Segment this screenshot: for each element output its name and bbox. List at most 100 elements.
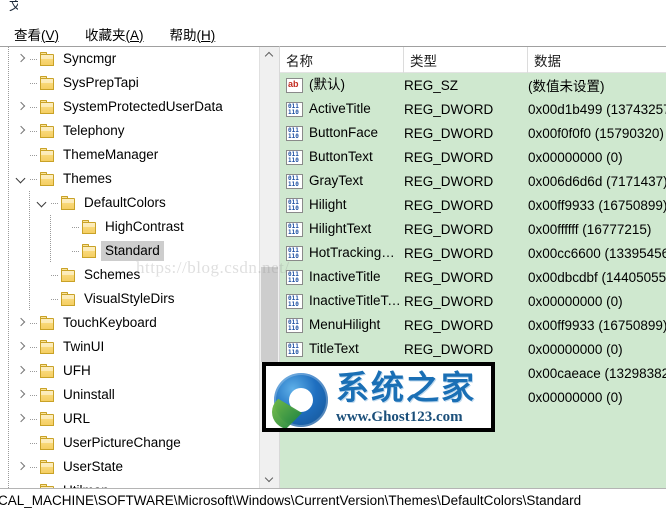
- tree-item-highcontrast[interactable]: HighContrast: [0, 215, 259, 239]
- registry-tree-pane: Syncmgr SysPrepTapi SystemProtectedUserDat…: [0, 46, 280, 488]
- chevron-right-icon[interactable]: [14, 407, 30, 431]
- menu-item-mnemonic: (H): [196, 27, 216, 43]
- tree-item-standard[interactable]: Standard: [0, 239, 259, 263]
- value-row[interactable]: 011 110 Hilight REG_DWORD 0x00ff9933 (167508…: [280, 193, 666, 217]
- column-header-data[interactable]: 数据: [528, 47, 666, 73]
- value-row[interactable]: 011 110 InactiveTitleText REG_DWORD 0x000000…: [280, 289, 666, 313]
- value-type-cell: REG_DWORD: [404, 149, 494, 165]
- tree-item-url[interactable]: URL: [0, 407, 259, 431]
- tree-connector-dots: [30, 455, 39, 479]
- column-header-type[interactable]: 类型: [404, 47, 528, 73]
- scroll-up-button[interactable]: [260, 47, 279, 65]
- value-row[interactable]: 011 110 WindowText REG_DWORD 0x00000000 (0): [280, 385, 666, 409]
- tree-item-uninstall[interactable]: Uninstall: [0, 383, 259, 407]
- value-row[interactable]: 011 110 ButtonFace REG_DWORD 0x00f0f0f0 (157…: [280, 121, 666, 145]
- scroll-down-button[interactable]: [260, 470, 279, 488]
- value-type-cell: REG_DWORD: [404, 245, 494, 261]
- value-name-label: MenuHilight: [309, 317, 381, 332]
- chevron-right-icon[interactable]: [14, 383, 30, 407]
- chevron-right-icon[interactable]: [14, 119, 30, 143]
- value-data-cell: 0x00caeace (13298382): [528, 365, 666, 381]
- tree-connector-dots: [30, 311, 39, 335]
- chevron-right-icon[interactable]: [14, 455, 30, 479]
- tree-item-label: UserPictureChange: [63, 435, 181, 450]
- value-data-cell: 0x00cc6600 (13395456): [528, 245, 666, 261]
- registry-tree[interactable]: Syncmgr SysPrepTapi SystemProtectedUserDat…: [0, 47, 259, 488]
- folder-icon: [39, 364, 56, 378]
- chevron-right-icon[interactable]: [14, 95, 30, 119]
- chevron-right-icon[interactable]: [14, 47, 30, 71]
- value-name-label: InactiveTitleText: [309, 293, 404, 308]
- column-header-name[interactable]: 名称: [280, 47, 404, 73]
- tree-item-touchkeyboard[interactable]: TouchKeyboard: [0, 311, 259, 335]
- tree-vertical-scrollbar[interactable]: [259, 47, 279, 488]
- tree-connector-dots: [30, 143, 39, 167]
- value-name-cell: 011 110 WindowText: [280, 385, 404, 409]
- value-row[interactable]: (默认) REG_SZ (数值未设置): [280, 73, 666, 97]
- tree-guide-line: [8, 119, 9, 143]
- chevron-down-icon[interactable]: [35, 191, 51, 215]
- value-data-cell: 0x00f0f0f0 (15790320): [528, 125, 664, 141]
- value-row[interactable]: 011 110 ActiveTitle REG_DWORD 0x00d1b499 (13…: [280, 97, 666, 121]
- tree-item-syncmgr[interactable]: Syncmgr: [0, 47, 259, 71]
- tree-guide-line: [8, 215, 9, 239]
- dword-value-icon: 011 110: [286, 125, 303, 141]
- value-type-cell: REG_DWORD: [404, 293, 494, 309]
- tree-item-userstate[interactable]: UserState: [0, 455, 259, 479]
- menu-help[interactable]: 帮助(H): [170, 27, 216, 45]
- value-name-cell: 011 110 GrayText: [280, 169, 404, 193]
- twisty-placeholder: [14, 431, 30, 455]
- tree-item-ufh[interactable]: UFH: [0, 359, 259, 383]
- chevron-right-icon[interactable]: [14, 311, 30, 335]
- value-type-cell: REG_DWORD: [404, 389, 494, 405]
- folder-icon: [39, 172, 56, 186]
- twisty-placeholder: [56, 239, 72, 263]
- tree-item-utilman[interactable]: Utilman: [0, 479, 259, 488]
- scrollbar-thumb[interactable]: [261, 267, 278, 362]
- value-type-cell: REG_DWORD: [404, 221, 494, 237]
- value-row[interactable]: 011 110 GrayText REG_DWORD 0x006d6d6d (71714…: [280, 169, 666, 193]
- value-data-cell: 0x00d1b499 (13743257): [528, 101, 666, 117]
- tree-guide-line: [8, 287, 9, 311]
- value-row[interactable]: 011 110 HotTrackingCo... REG_DWORD 0x00cc660…: [280, 241, 666, 265]
- menu-bar: 文 查看(V) 收藏夹(A) 帮助(H): [0, 0, 666, 46]
- tree-connector-dots: [30, 479, 39, 488]
- tree-guide-line: [8, 263, 9, 287]
- value-data-cell: 0x00ff9933 (16750899): [528, 197, 666, 213]
- tree-item-defaultcolors[interactable]: DefaultColors: [0, 191, 259, 215]
- tree-item-twinui[interactable]: TwinUI: [0, 335, 259, 359]
- tree-item-label: Schemes: [84, 267, 141, 282]
- chevron-right-icon[interactable]: [14, 335, 30, 359]
- value-row[interactable]: 011 110 HilightText REG_DWORD 0x00ffffff (16…: [280, 217, 666, 241]
- tree-item-label: UserState: [63, 459, 124, 474]
- tree-connector-dots: [30, 95, 39, 119]
- value-row[interactable]: 011 110 TitleText REG_DWORD 0x00000000 (0): [280, 337, 666, 361]
- value-row[interactable]: 011 110 MenuHilight REG_DWORD 0x00ff9933 (16…: [280, 313, 666, 337]
- tree-item-userpicturechange[interactable]: UserPictureChange: [0, 431, 259, 455]
- tree-guide-line: [29, 263, 30, 287]
- chevron-right-icon[interactable]: [14, 359, 30, 383]
- tree-connector-dots: [30, 119, 39, 143]
- tree-item-systemprotecteduserdata[interactable]: SystemProtectedUserData: [0, 95, 259, 119]
- dword-value-icon: 011 110: [286, 245, 303, 261]
- tree-connector-dots: [30, 407, 39, 431]
- value-row[interactable]: 011 110 Window REG_DWORD 0x00caeace (1329838…: [280, 361, 666, 385]
- values-list[interactable]: (默认) REG_SZ (数值未设置) 011110 ActiveTitle REG_DW…: [280, 73, 666, 409]
- tree-item-label: Telephony: [63, 123, 125, 138]
- tree-item-thememanager[interactable]: ThemeManager: [0, 143, 259, 167]
- twisty-placeholder: [14, 71, 30, 95]
- tree-item-themes[interactable]: Themes: [0, 167, 259, 191]
- tree-item-visualstyledirs[interactable]: VisualStyleDirs: [0, 287, 259, 311]
- menu-favorites[interactable]: 收藏夹(A): [85, 27, 144, 45]
- chevron-down-icon[interactable]: [14, 167, 30, 191]
- folder-icon: [39, 340, 56, 354]
- tree-item-schemes[interactable]: Schemes: [0, 263, 259, 287]
- tree-item-syspreptapi[interactable]: SysPrepTapi: [0, 71, 259, 95]
- tree-guide-line: [8, 359, 9, 383]
- value-row[interactable]: 011 110 InactiveTitle REG_DWORD 0x00dbcdbf (…: [280, 265, 666, 289]
- value-name-label: GrayText: [309, 173, 364, 188]
- tree-item-telephony[interactable]: Telephony: [0, 119, 259, 143]
- tree-item-label: ThemeManager: [63, 147, 159, 162]
- menu-view[interactable]: 查看(V): [14, 27, 59, 45]
- value-row[interactable]: 011 110 ButtonText REG_DWORD 0x00000000 (0): [280, 145, 666, 169]
